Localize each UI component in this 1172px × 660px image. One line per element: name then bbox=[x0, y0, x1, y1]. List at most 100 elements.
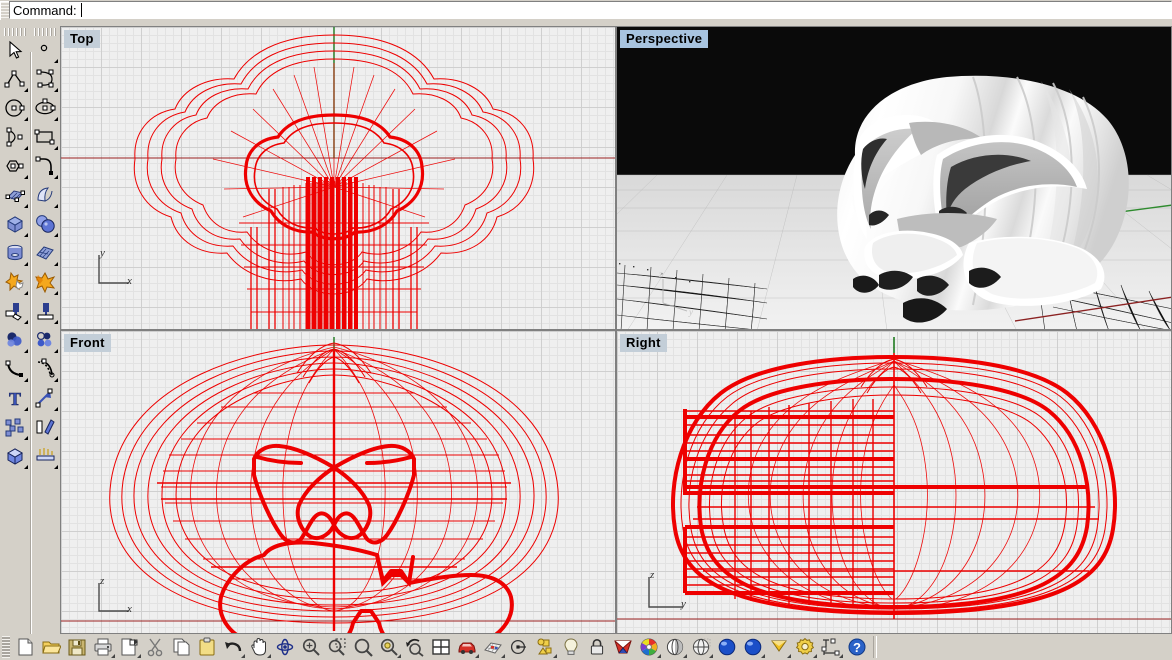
pan-hand-icon[interactable] bbox=[246, 635, 272, 659]
flyout-arrow-icon bbox=[54, 407, 58, 411]
toolbar-grip-right[interactable] bbox=[34, 28, 56, 36]
print-icon[interactable] bbox=[90, 635, 116, 659]
zoom-selected-icon[interactable] bbox=[376, 635, 402, 659]
trim-icon[interactable] bbox=[1, 297, 29, 325]
box-solid-icon[interactable] bbox=[1, 210, 29, 238]
viewport-front[interactable]: Front z x bbox=[60, 330, 616, 634]
select-arrow-icon[interactable] bbox=[1, 36, 29, 64]
lock-icon[interactable] bbox=[584, 635, 610, 659]
flyout-arrow-icon bbox=[24, 378, 28, 382]
render-car-icon[interactable] bbox=[454, 635, 480, 659]
render-flag-icon[interactable] bbox=[766, 635, 792, 659]
light-bulb-icon[interactable] bbox=[558, 635, 584, 659]
rectangle-icon[interactable] bbox=[31, 123, 59, 151]
flyout-arrow-icon bbox=[24, 175, 28, 179]
flyout-arrow-icon bbox=[24, 436, 28, 440]
cylinder-icon[interactable] bbox=[1, 239, 29, 267]
zoom-extents-icon[interactable] bbox=[350, 635, 376, 659]
color-wheel-icon[interactable] bbox=[636, 635, 662, 659]
zoom-in-out-icon[interactable] bbox=[298, 635, 324, 659]
render-mesh-icon[interactable] bbox=[610, 635, 636, 659]
flyout-arrow-icon bbox=[54, 233, 58, 237]
offset-curve-icon[interactable] bbox=[31, 355, 59, 383]
toolbar-column-left: T bbox=[0, 26, 30, 634]
osnap-icon[interactable] bbox=[506, 635, 532, 659]
flyout-arrow-icon bbox=[24, 88, 28, 92]
shade-box-icon[interactable] bbox=[1, 442, 29, 470]
split-icon[interactable] bbox=[31, 297, 59, 325]
help-icon[interactable]: ? bbox=[844, 635, 870, 659]
scale-icon[interactable] bbox=[31, 384, 59, 412]
copy-icon[interactable] bbox=[168, 635, 194, 659]
command-entry-area[interactable] bbox=[82, 3, 1171, 17]
point-icon[interactable] bbox=[31, 36, 59, 64]
surface-patch-icon[interactable] bbox=[31, 239, 59, 267]
flyout-arrow-icon bbox=[24, 465, 28, 469]
save-file-icon[interactable] bbox=[64, 635, 90, 659]
render-sphere-icon[interactable] bbox=[740, 635, 766, 659]
flyout-arrow-icon bbox=[54, 378, 58, 382]
zoom-previous-icon[interactable] bbox=[402, 635, 428, 659]
ellipse-icon[interactable] bbox=[31, 94, 59, 122]
boolean-split-icon[interactable] bbox=[31, 268, 59, 296]
group-objects-icon[interactable] bbox=[1, 413, 29, 441]
flyout-arrow-icon bbox=[54, 88, 58, 92]
flyout-arrow-icon bbox=[54, 320, 58, 324]
dimension-icon[interactable] bbox=[818, 635, 844, 659]
flyout-arrow-icon bbox=[24, 146, 28, 150]
surface-grid-icon[interactable] bbox=[1, 181, 29, 209]
curve-control-icon[interactable] bbox=[31, 65, 59, 93]
join-circles-icon[interactable] bbox=[1, 326, 29, 354]
zoom-window-icon[interactable] bbox=[324, 635, 350, 659]
toolbar-grip-left[interactable] bbox=[4, 28, 26, 36]
viewport-label-right[interactable]: Right bbox=[620, 334, 667, 352]
options-gear-icon[interactable] bbox=[792, 635, 818, 659]
svg-text:?: ? bbox=[853, 640, 861, 655]
surface-sweep-icon[interactable] bbox=[31, 181, 59, 209]
viewport-label-front[interactable]: Front bbox=[64, 334, 111, 352]
ghosted-view-icon[interactable] bbox=[688, 635, 714, 659]
layers-icon[interactable] bbox=[532, 635, 558, 659]
flyout-arrow-icon bbox=[54, 262, 58, 266]
toolbar-grip[interactable] bbox=[0, 0, 9, 20]
rotate-view-icon[interactable] bbox=[272, 635, 298, 659]
axis-label-y: y bbox=[100, 247, 105, 259]
new-file-icon[interactable] bbox=[12, 635, 38, 659]
viewport-label-perspective[interactable]: Perspective bbox=[620, 30, 709, 48]
flyout-arrow-icon bbox=[761, 654, 765, 658]
explode-icon[interactable] bbox=[31, 326, 59, 354]
rendered-view-icon[interactable] bbox=[714, 635, 740, 659]
viewport-label-top[interactable]: Top bbox=[64, 30, 100, 48]
command-input[interactable]: Command: bbox=[9, 1, 1172, 19]
fillet-curve-icon[interactable] bbox=[1, 355, 29, 383]
circle-icon[interactable] bbox=[1, 94, 29, 122]
boolean-union-icon[interactable] bbox=[1, 268, 29, 296]
cut-icon[interactable] bbox=[142, 635, 168, 659]
viewport-perspective[interactable]: z y Perspective bbox=[616, 26, 1172, 330]
paste-icon[interactable] bbox=[194, 635, 220, 659]
flyout-arrow-icon bbox=[111, 654, 115, 658]
flyout-arrow-icon bbox=[24, 204, 28, 208]
bottom-toolbar: ? bbox=[0, 634, 1172, 660]
flyout-arrow-icon bbox=[241, 654, 245, 658]
grid-snap-icon[interactable] bbox=[480, 635, 506, 659]
left-toolbar: T bbox=[0, 26, 60, 660]
viewport-right[interactable]: Right z y bbox=[616, 330, 1172, 634]
curve-corner-icon[interactable] bbox=[31, 152, 59, 180]
text-tool-icon[interactable]: T bbox=[1, 384, 29, 412]
arc-triangle-icon[interactable] bbox=[1, 123, 29, 151]
flyout-arrow-icon bbox=[709, 654, 713, 658]
lights-icon[interactable] bbox=[31, 442, 59, 470]
mirror-icon[interactable] bbox=[31, 413, 59, 441]
viewport-layout-icon[interactable] bbox=[428, 635, 454, 659]
shaded-view-icon[interactable] bbox=[662, 635, 688, 659]
polygon-icon[interactable] bbox=[1, 152, 29, 180]
bottom-toolbar-grip[interactable] bbox=[2, 636, 10, 658]
axis-indicator-top: y x bbox=[93, 247, 135, 293]
undo-icon[interactable] bbox=[220, 635, 246, 659]
copy-to-clipboard-icon[interactable] bbox=[116, 635, 142, 659]
polyline-icon[interactable] bbox=[1, 65, 29, 93]
viewport-top[interactable]: Top y x bbox=[60, 26, 616, 330]
open-file-icon[interactable] bbox=[38, 635, 64, 659]
sphere-solid-icon[interactable] bbox=[31, 210, 59, 238]
